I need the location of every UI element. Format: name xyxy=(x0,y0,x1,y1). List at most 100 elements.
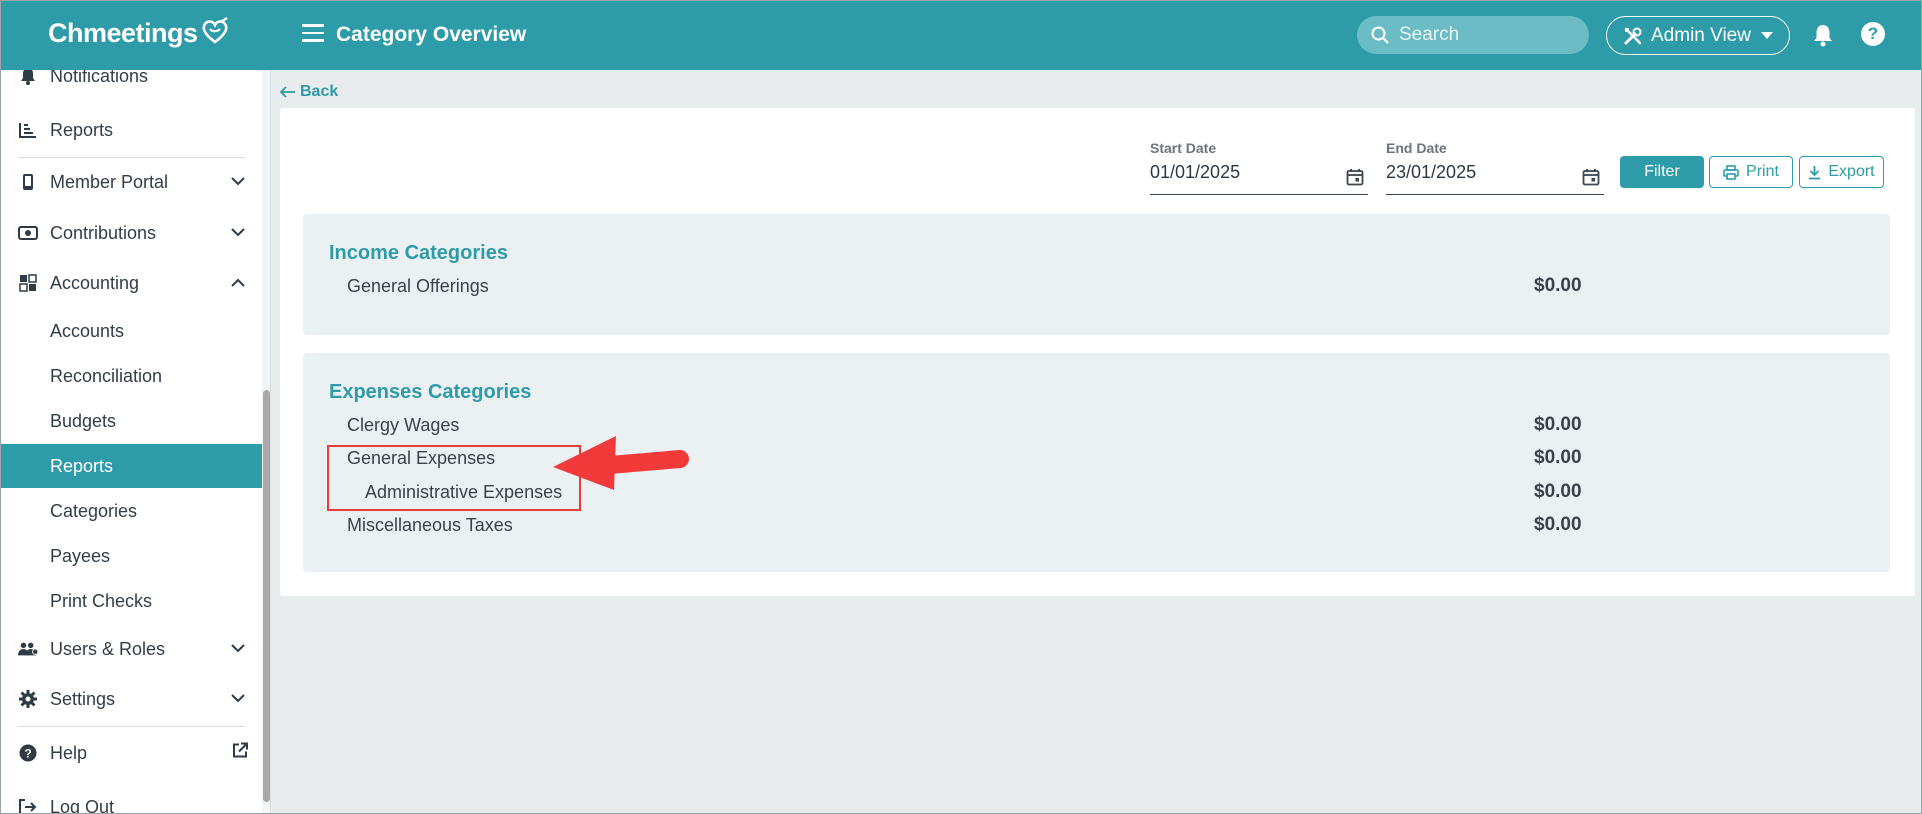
chevron-down-icon xyxy=(231,224,245,242)
question-circle-icon: ? xyxy=(18,743,38,763)
sidebar-item-print-checks[interactable]: Print Checks xyxy=(0,579,262,623)
start-date-label: Start Date xyxy=(1150,140,1217,156)
income-section-title: Income Categories xyxy=(329,242,508,264)
sidebar-item-log-out[interactable]: Log Out xyxy=(0,785,262,814)
sidebar-item-label: Print Checks xyxy=(50,590,153,611)
income-categories-section: Income Categories General Offerings $0.0… xyxy=(303,214,1890,335)
sidebar-item-accounts[interactable]: Accounts xyxy=(0,309,262,353)
caret-down-icon xyxy=(1760,32,1773,39)
sidebar-item-label: Categories xyxy=(50,500,138,521)
category-amount: $0.00 xyxy=(1534,481,1582,502)
print-button[interactable]: Print xyxy=(1709,156,1793,188)
bell-icon xyxy=(18,70,38,86)
chevron-up-icon xyxy=(231,274,245,292)
category-amount: $0.00 xyxy=(1534,414,1582,435)
sidebar-item-label: Settings xyxy=(50,688,116,709)
category-label: Miscellaneous Taxes xyxy=(347,515,513,535)
sidebar: Notifications Reports Member Portal Cont… xyxy=(0,70,271,814)
annotation-arrow-icon xyxy=(553,436,689,490)
sidebar-item-label: Contributions xyxy=(50,222,157,243)
sidebar-item-budgets[interactable]: Budgets xyxy=(0,399,262,443)
sidebar-item-label: Payees xyxy=(50,545,111,566)
help-icon[interactable]: ? xyxy=(1861,22,1885,46)
sidebar-item-reports[interactable]: Reports xyxy=(0,108,262,152)
expenses-categories-section: Expenses Categories Clergy Wages $0.00 G… xyxy=(303,353,1890,572)
category-label: Clergy Wages xyxy=(347,415,460,435)
download-icon xyxy=(1809,165,1821,179)
sidebar-divider xyxy=(18,157,245,158)
logo-heart-icon xyxy=(201,16,228,44)
sidebar-item-label: Accounts xyxy=(50,320,125,341)
search-icon xyxy=(1371,26,1389,44)
end-date-field[interactable]: End Date 23/01/2025 xyxy=(1386,140,1604,195)
sidebar-scrollbar-thumb[interactable] xyxy=(263,390,270,802)
chart-icon xyxy=(18,120,38,140)
sidebar-item-accounting[interactable]: Accounting xyxy=(0,261,262,305)
money-icon xyxy=(18,223,38,243)
sidebar-item-member-portal[interactable]: Member Portal xyxy=(0,160,262,204)
back-label: Back xyxy=(300,83,339,100)
export-button[interactable]: Export xyxy=(1799,156,1884,188)
sidebar-item-settings[interactable]: Settings xyxy=(0,677,262,721)
search-input[interactable] xyxy=(1399,24,1569,46)
sidebar-item-label: Accounting xyxy=(50,272,140,293)
sidebar-item-help[interactable]: ? Help xyxy=(0,731,262,775)
export-label: Export xyxy=(1828,163,1875,180)
sidebar-item-notifications[interactable]: Notifications xyxy=(0,70,262,98)
search-box[interactable] xyxy=(1357,16,1589,54)
admin-view-label: Admin View xyxy=(1651,24,1751,46)
sidebar-item-label: Reconciliation xyxy=(50,365,163,386)
category-amount: $0.00 xyxy=(1534,447,1582,468)
sidebar-item-label: Users & Roles xyxy=(50,638,166,659)
sidebar-item-reconciliation[interactable]: Reconciliation xyxy=(0,354,262,398)
end-date-value[interactable]: 23/01/2025 xyxy=(1386,162,1476,183)
category-amount: $0.00 xyxy=(1534,514,1582,535)
menu-toggle-icon[interactable] xyxy=(302,24,324,42)
sidebar-divider xyxy=(18,726,245,727)
back-link[interactable]: Back xyxy=(280,83,338,101)
bell-icon[interactable] xyxy=(1812,23,1834,52)
category-label: General Expenses xyxy=(347,448,496,468)
tools-icon xyxy=(1624,27,1642,44)
top-bar: Chmeetings Category Overview Admin View … xyxy=(0,0,1922,70)
expenses-section-title: Expenses Categories xyxy=(329,381,532,403)
mobile-icon xyxy=(18,172,38,192)
category-label: General Offerings xyxy=(347,276,489,296)
sidebar-item-users-roles[interactable]: Users & Roles xyxy=(0,627,262,671)
category-amount: $0.00 xyxy=(1534,275,1582,296)
end-date-label: End Date xyxy=(1386,140,1447,156)
sidebar-item-label: Help xyxy=(50,742,88,763)
sidebar-item-label: Reports xyxy=(50,119,114,140)
admin-view-dropdown[interactable]: Admin View xyxy=(1606,16,1790,55)
sidebar-item-label: Reports xyxy=(50,455,114,476)
arrow-left-icon xyxy=(280,86,295,98)
app-logo[interactable]: Chmeetings xyxy=(48,16,230,49)
logout-icon xyxy=(18,797,38,814)
gear-icon xyxy=(18,689,38,709)
app-logo-text: Chmeetings xyxy=(48,18,198,48)
chevron-down-icon xyxy=(231,640,245,658)
users-icon xyxy=(18,639,38,659)
filter-button[interactable]: Filter xyxy=(1620,156,1704,188)
sidebar-item-categories[interactable]: Categories xyxy=(0,489,262,533)
print-label: Print xyxy=(1746,163,1779,180)
calendar-icon[interactable] xyxy=(1582,168,1600,191)
start-date-value[interactable]: 01/01/2025 xyxy=(1150,162,1240,183)
subcategory-label: Administrative Expenses xyxy=(365,482,563,502)
calculator-icon xyxy=(18,273,38,293)
sidebar-item-label: Notifications xyxy=(50,70,149,86)
sidebar-item-label: Budgets xyxy=(50,410,117,431)
sidebar-item-label: Member Portal xyxy=(50,171,169,192)
sidebar-item-payees[interactable]: Payees xyxy=(0,534,262,578)
chevron-down-icon xyxy=(231,690,245,708)
sidebar-item-accounting-reports[interactable]: Reports xyxy=(0,444,262,488)
svg-text:?: ? xyxy=(24,747,31,761)
sidebar-item-label: Log Out xyxy=(50,796,115,814)
printer-icon xyxy=(1723,164,1739,180)
external-link-icon xyxy=(231,742,249,765)
page-title: Category Overview xyxy=(336,23,527,46)
chevron-down-icon xyxy=(231,173,245,191)
start-date-field[interactable]: Start Date 01/01/2025 xyxy=(1150,140,1368,195)
sidebar-item-contributions[interactable]: Contributions xyxy=(0,211,262,255)
calendar-icon[interactable] xyxy=(1346,168,1364,191)
